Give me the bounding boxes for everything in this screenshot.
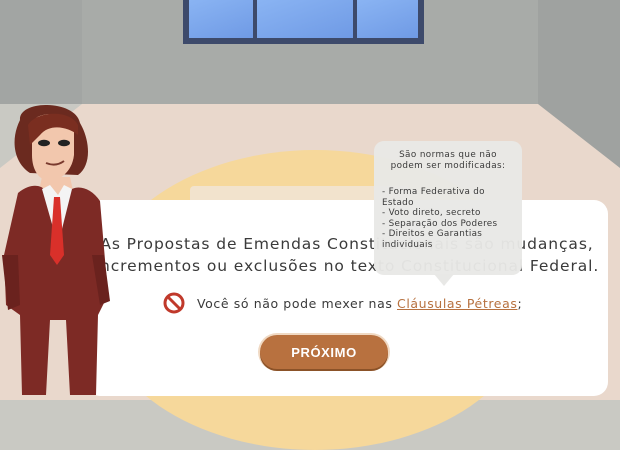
prohibited-icon xyxy=(163,292,185,314)
window-pane xyxy=(257,0,353,38)
dialog-text-line: incrementos ou exclusões no texto Consti… xyxy=(94,257,600,275)
window xyxy=(183,0,424,44)
tooltip-item: - Direitos e Garantias xyxy=(382,229,483,239)
tooltip-heading: São normas que não podem ser modificadas… xyxy=(384,150,512,172)
tooltip-tail xyxy=(434,274,454,286)
note-text: Você só não pode mexer nas Cláusulas Pét… xyxy=(197,296,522,311)
tooltip-item: Estado xyxy=(382,197,414,208)
window-pane xyxy=(357,0,418,38)
window-pane xyxy=(189,0,253,38)
tooltip-item: - Voto direto, secreto xyxy=(382,208,481,218)
clausulas-petreas-link[interactable]: Cláusulas Pétreas xyxy=(397,296,517,311)
note-prefix: Você só não pode mexer nas xyxy=(197,295,398,311)
tooltip-item: - Forma Federativa do xyxy=(382,187,485,197)
note-suffix: ; xyxy=(517,295,523,311)
character-illustration xyxy=(2,105,110,395)
tooltip-heading-line: São normas que não xyxy=(399,150,497,160)
next-button[interactable]: PRÓXIMO xyxy=(260,335,388,369)
dialog-main-text: As Propostas de Emendas Constitucionais … xyxy=(86,233,608,277)
note-row: Você só não pode mexer nas Cláusulas Pét… xyxy=(163,291,522,315)
dialog-text-line: As Propostas de Emendas Constitucionais … xyxy=(100,235,594,253)
left-wall xyxy=(0,0,82,104)
tooltip-heading-line: podem ser modificadas: xyxy=(390,161,506,171)
tooltip-item: - Separação dos Poderes xyxy=(382,218,498,229)
tooltip-item: individuais xyxy=(382,239,433,250)
tooltip-list: - Forma Federativa do Estado - Voto dire… xyxy=(382,187,522,250)
